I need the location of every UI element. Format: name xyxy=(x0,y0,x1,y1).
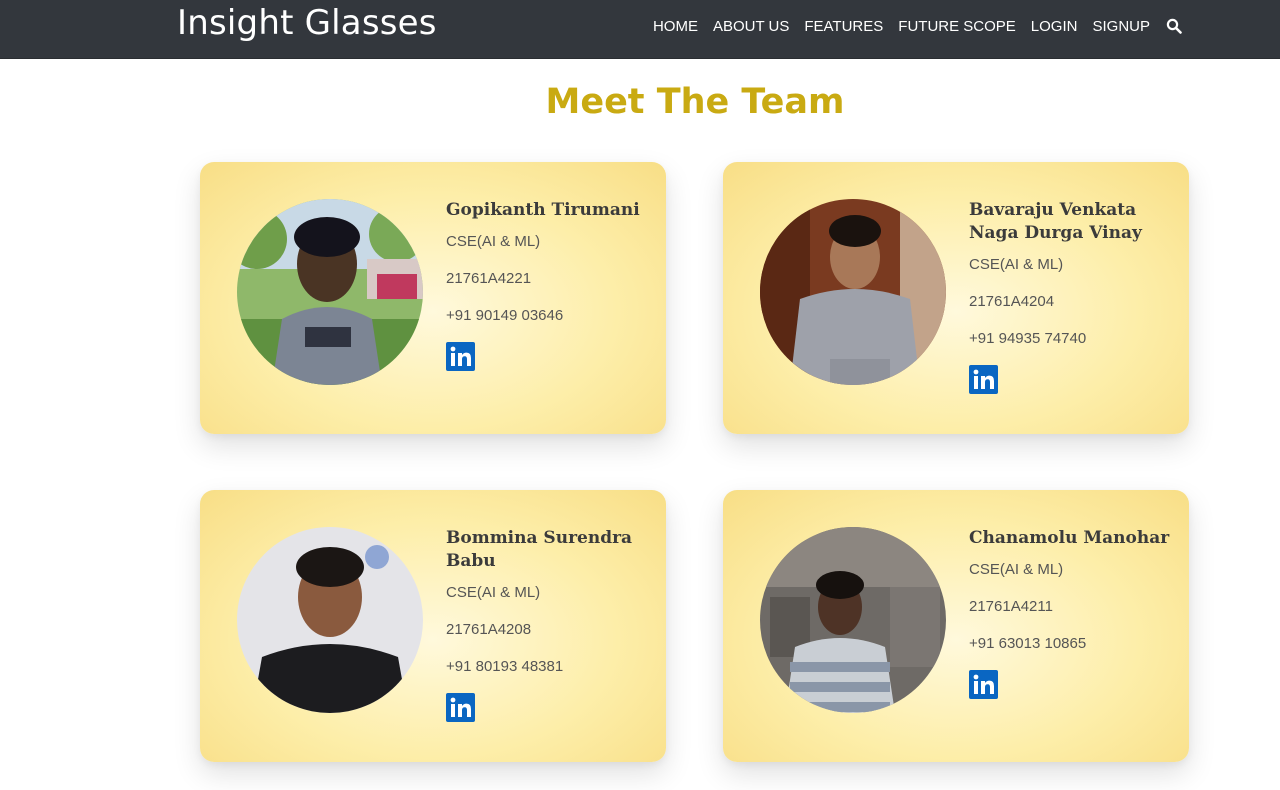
member-photo xyxy=(760,527,946,713)
page-title: Meet The Team xyxy=(545,82,845,122)
member-photo xyxy=(237,527,423,713)
team-member-card: Bavaraju Venkata Naga Durga Vinay CSE(AI… xyxy=(723,162,1189,434)
nav-future-scope-link[interactable]: FUTURE SCOPE xyxy=(898,18,1016,35)
member-roll-number: 21761A4211 xyxy=(969,598,1053,615)
linkedin-icon[interactable] xyxy=(446,693,475,722)
nav-links: HOME ABOUT US FEATURES FUTURE SCOPE LOGI… xyxy=(638,0,1182,52)
linkedin-icon[interactable] xyxy=(446,342,475,371)
member-phone: +91 80193 48381 xyxy=(446,658,564,675)
member-name: Gopikanth Tirumani xyxy=(446,200,640,220)
member-branch: CSE(AI & ML) xyxy=(969,256,1064,273)
member-phone: +91 90149 03646 xyxy=(446,307,564,324)
linkedin-icon[interactable] xyxy=(969,365,998,394)
member-info: Chanamolu Manohar CSE(AI & ML) 21761A421… xyxy=(969,527,1179,699)
member-info: Bavaraju Venkata Naga Durga Vinay CSE(AI… xyxy=(969,199,1179,394)
team-member-card: Chanamolu Manohar CSE(AI & ML) 21761A421… xyxy=(723,490,1189,762)
linkedin-icon[interactable] xyxy=(969,670,998,699)
nav-features-link[interactable]: FEATURES xyxy=(804,18,883,35)
member-phone: +91 63013 10865 xyxy=(969,635,1087,652)
member-name: Chanamolu Manohar xyxy=(969,528,1170,548)
member-roll-number: 21761A4204 xyxy=(969,293,1055,310)
member-roll-number: 21761A4208 xyxy=(446,621,532,638)
member-photo xyxy=(760,199,946,385)
member-branch: CSE(AI & ML) xyxy=(969,561,1064,578)
nav-about-link[interactable]: ABOUT US xyxy=(713,18,789,35)
member-branch: CSE(AI & ML) xyxy=(446,584,541,601)
member-name: Bommina Surendra Babu xyxy=(446,528,633,571)
nav-signup-link[interactable]: SIGNUP xyxy=(1092,18,1150,35)
team-member-card: Gopikanth Tirumani CSE(AI & ML) 21761A42… xyxy=(200,162,666,434)
member-info: Bommina Surendra Babu CSE(AI & ML) 21761… xyxy=(446,527,656,722)
member-photo xyxy=(237,199,423,385)
member-info: Gopikanth Tirumani CSE(AI & ML) 21761A42… xyxy=(446,199,656,371)
member-name: Bavaraju Venkata Naga Durga Vinay xyxy=(969,200,1142,243)
brand-logo[interactable]: Insight Glasses xyxy=(177,3,437,43)
top-navbar: Insight Glasses HOME ABOUT US FEATURES F… xyxy=(0,0,1280,59)
member-phone: +91 94935 74740 xyxy=(969,330,1087,347)
search-icon[interactable] xyxy=(1166,18,1182,34)
member-branch: CSE(AI & ML) xyxy=(446,233,541,250)
member-roll-number: 21761A4221 xyxy=(446,270,532,287)
nav-login-link[interactable]: LOGIN xyxy=(1031,18,1078,35)
nav-home-link[interactable]: HOME xyxy=(653,18,698,35)
team-member-card: Bommina Surendra Babu CSE(AI & ML) 21761… xyxy=(200,490,666,762)
